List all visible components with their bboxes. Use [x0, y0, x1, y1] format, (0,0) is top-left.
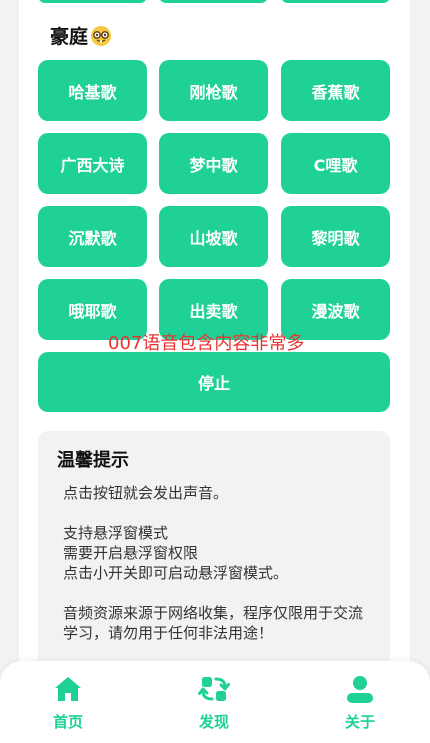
sound-button-xiangjiaoge[interactable]: 香蕉歌	[281, 60, 390, 121]
bottom-nav: 首页 发现 关于	[0, 661, 430, 743]
partial-button[interactable]	[159, 0, 268, 3]
user-icon	[347, 676, 373, 703]
partial-button[interactable]	[38, 0, 147, 3]
scrolled-button-row	[0, 0, 430, 4]
section-title-text: 豪庭	[50, 26, 89, 48]
sound-button-limingge[interactable]: 黎明歌	[281, 206, 390, 267]
sound-button-hajige[interactable]: 哈基歌	[38, 60, 147, 121]
tips-body: 点击按钮就会发出声音。 支持悬浮窗模式 需要开启悬浮窗权限 点击小开关即可启动悬…	[63, 484, 364, 642]
nav-item-about[interactable]: 关于	[320, 673, 400, 737]
nav-label-about: 关于	[344, 713, 375, 731]
nav-item-home[interactable]: 首页	[28, 673, 108, 737]
sound-button-guangxidashi[interactable]: 广西大诗	[38, 133, 147, 194]
tips-panel: 温馨提示 点击按钮就会发出声音。 支持悬浮窗模式 需要开启悬浮窗权限 点击小开关…	[38, 431, 390, 691]
sound-button-clige[interactable]: C哩歌	[281, 133, 390, 194]
nerd-face-emoji-icon	[90, 25, 112, 47]
stop-button[interactable]: 停止	[38, 352, 390, 412]
refresh-icon	[198, 677, 230, 701]
sound-button-chenmoge[interactable]: 沉默歌	[38, 206, 147, 267]
nav-label-discover: 发现	[198, 713, 229, 731]
section-title: 豪庭	[50, 22, 112, 49]
overlay-caption: 007语音包含内容非常多	[108, 333, 305, 354]
sound-button-gangqiangge[interactable]: 刚枪歌	[159, 60, 268, 121]
sound-button-mengzhongge[interactable]: 梦中歌	[159, 133, 268, 194]
partial-button[interactable]	[281, 0, 390, 3]
home-icon	[55, 677, 81, 701]
sound-button-shanpoge[interactable]: 山坡歌	[159, 206, 268, 267]
tips-title: 温馨提示	[57, 450, 129, 471]
nav-label-home: 首页	[52, 713, 83, 731]
nav-item-discover[interactable]: 发现	[174, 673, 254, 737]
